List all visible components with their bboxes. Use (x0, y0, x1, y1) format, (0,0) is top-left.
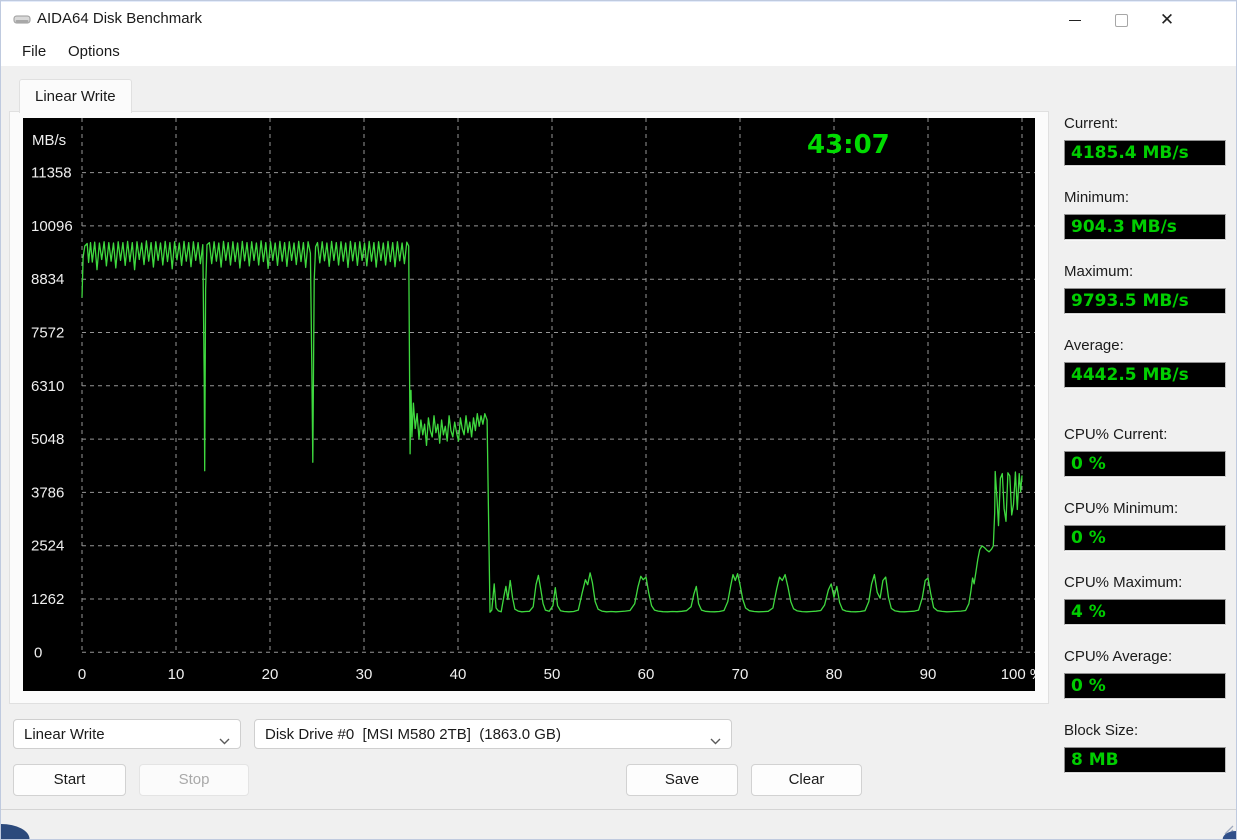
stat-value-6: 4 % (1064, 599, 1226, 625)
menu-item-file[interactable]: File (13, 40, 55, 63)
x-tick-label: 50 (544, 666, 561, 683)
status-bar: Write tests will DESTROY ALL DATA on the… (1, 809, 1236, 839)
maximize-button[interactable] (1098, 2, 1144, 38)
x-tick-label: 20 (262, 666, 279, 683)
drive-select[interactable]: Disk Drive #0 [MSI M580 2TB] (1863.0 GB) (254, 719, 732, 749)
test-type-value: Linear Write (24, 725, 105, 743)
title-bar[interactable]: AIDA64 Disk Benchmark ✕ (1, 1, 1236, 38)
tab-linear-write[interactable]: Linear Write (19, 79, 132, 113)
y-axis-title: MB/s (32, 132, 66, 149)
x-tick-label: 70 (732, 666, 749, 683)
stat-label-2: Maximum: (1064, 263, 1134, 280)
stat-label-0: Current: (1064, 115, 1119, 132)
test-type-select[interactable]: Linear Write (13, 719, 241, 749)
x-tick-label: 30 (356, 666, 373, 683)
benchmark-chart: MB/s 0 1262 2524 3786 5048 6310 7572 8834 10096 11… (23, 118, 1043, 691)
stop-button: Stop (139, 764, 249, 796)
x-tick-label: 90 (920, 666, 937, 683)
stat-value-1: 904.3 MB/s (1064, 214, 1226, 240)
y-tick-label: 11358 (31, 165, 72, 182)
menu-item-options[interactable]: Options (59, 40, 129, 63)
minimize-button[interactable] (1052, 2, 1098, 38)
stat-value-0: 4185.4 MB/s (1064, 140, 1226, 166)
y-tick-label: 6310 (31, 378, 64, 395)
stat-label-6: CPU% Maximum: (1064, 574, 1183, 591)
stat-label-1: Minimum: (1064, 189, 1130, 206)
y-tick-label: 8834 (31, 271, 64, 288)
save-button[interactable]: Save (626, 764, 738, 796)
stat-value-4: 0 % (1064, 451, 1226, 477)
chevron-down-icon (219, 732, 230, 749)
x-tick-label: 80 (826, 666, 843, 683)
stat-label-3: Average: (1064, 337, 1124, 354)
menu-bar: File Options (1, 37, 1236, 66)
x-tick-label: 60 (638, 666, 655, 683)
elapsed-time: 43:07 (807, 130, 890, 160)
stat-value-8: 8 MB (1064, 747, 1226, 773)
y-tick-label: 0 (34, 644, 42, 661)
stat-value-7: 0 % (1064, 673, 1226, 699)
stat-label-7: CPU% Average: (1064, 648, 1173, 665)
y-tick-label: 1262 (31, 591, 64, 608)
x-tick-label: 100 % (1001, 666, 1035, 683)
x-tick-label: 40 (450, 666, 467, 683)
app-window: AIDA64 Disk Benchmark ✕ File Options Line… (0, 0, 1237, 840)
disk-drive-icon (13, 12, 31, 31)
chart-canvas: MB/s 0 1262 2524 3786 5048 6310 7572 8834 10096 11… (31, 118, 1043, 683)
maximize-icon (1114, 13, 1128, 27)
chevron-down-icon (710, 732, 721, 749)
stat-value-3: 4442.5 MB/s (1064, 362, 1226, 388)
drive-select-value: Disk Drive #0 [MSI M580 2TB] (1863.0 GB) (265, 725, 561, 743)
stat-value-5: 0 % (1064, 525, 1226, 551)
stat-label-5: CPU% Minimum: (1064, 500, 1179, 517)
stat-label-4: CPU% Current: (1064, 426, 1168, 443)
y-tick-label: 5048 (31, 431, 64, 448)
tab-label: Linear Write (35, 88, 116, 105)
y-tick-label: 10096 (31, 218, 73, 235)
y-tick-label: 3786 (31, 484, 64, 501)
window-title: AIDA64 Disk Benchmark (37, 10, 203, 27)
minimize-icon (1069, 19, 1081, 21)
close-icon: ✕ (1159, 10, 1175, 29)
stat-value-2: 9793.5 MB/s (1064, 288, 1226, 314)
start-button[interactable]: Start (13, 764, 126, 796)
y-tick-label: 7572 (31, 325, 64, 342)
clear-button[interactable]: Clear (751, 764, 862, 796)
stat-label-8: Block Size: (1064, 722, 1139, 739)
close-button[interactable]: ✕ (1144, 2, 1190, 38)
y-tick-label: 2524 (31, 538, 64, 555)
x-tick-label: 0 (78, 666, 86, 683)
x-tick-label: 10 (168, 666, 185, 683)
